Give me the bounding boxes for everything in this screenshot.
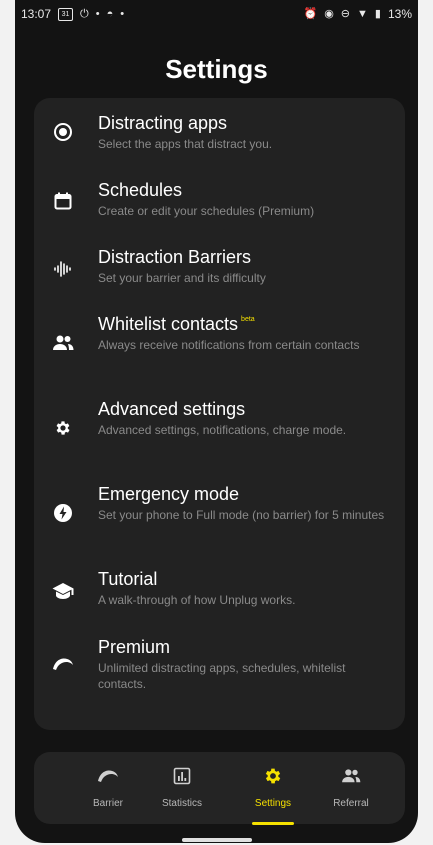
settings-item-label-text: Whitelist contacts [98, 314, 239, 334]
settings-item-tutorial[interactable]: Tutorial A walk-through of how Unplug wo… [34, 568, 405, 618]
settings-item-description: Always receive notifications from certai… [98, 338, 360, 352]
nav-tab-settings[interactable]: Settings [238, 764, 308, 825]
dot-icon: • [95, 7, 100, 20]
graduation-cap-icon [52, 580, 74, 602]
statistics-icon [147, 764, 217, 788]
status-time: 13:07 [21, 7, 52, 21]
status-bar: 13:07 31 ⏻ • ◓ • ⏰ ◉ ⊖ ▼ ▮ 13% [15, 0, 418, 28]
settings-item-description: Select the apps that distract you. [98, 137, 273, 151]
gear-icon [52, 417, 74, 439]
settings-item-description: Unlimited distracting apps, schedules, w… [98, 661, 346, 691]
status-bar-right: ⏰ ◉ ⊖ ▼ ▮ 13% [303, 7, 412, 21]
do-not-disturb-icon: ⊖ [340, 7, 351, 20]
active-tab-indicator [252, 822, 294, 825]
phone-screen: 13:07 31 ⏻ • ◓ • ⏰ ◉ ⊖ ▼ ▮ 13% Settings … [15, 0, 418, 843]
barrier-waves-icon [52, 258, 74, 280]
data-saver-icon: ◉ [324, 7, 334, 20]
settings-item-label: Premium [98, 637, 171, 657]
nav-tab-label: Settings [254, 798, 292, 809]
status-bar-left: 13:07 31 ⏻ • ◓ • [21, 7, 124, 21]
nav-tab-label: Barrier [92, 798, 123, 809]
referral-people-icon [316, 764, 386, 788]
settings-list: Distracting apps Select the apps that di… [34, 98, 405, 730]
nav-tab-label: Statistics [161, 798, 202, 809]
settings-item-whitelist-contacts[interactable]: Whitelist contacts beta Always receive no… [34, 313, 405, 379]
alarm-icon: ⏰ [303, 7, 318, 20]
contacts-icon [52, 332, 74, 354]
power-notification-icon: ⏻ [80, 7, 89, 20]
calendar-icon [52, 190, 74, 212]
nav-tab-statistics[interactable]: Statistics [147, 764, 217, 818]
settings-item-label: Tutorial [98, 569, 158, 589]
settings-item-description: Advanced settings, notifications, charge… [98, 423, 347, 437]
settings-item-description: Set your barrier and its difficulty [98, 271, 266, 285]
radio-target-icon [52, 121, 74, 143]
settings-item-schedules[interactable]: Schedules Create or edit your schedules … [34, 179, 405, 229]
nav-tab-referral[interactable]: Referral [316, 764, 386, 818]
settings-item-emergency-mode[interactable]: Emergency mode Set your phone to Full mo… [34, 483, 405, 549]
settings-item-premium[interactable]: Premium Unlimited distracting apps, sche… [34, 636, 405, 702]
battery-percent: 13% [387, 7, 412, 21]
settings-item-label: Distracting apps [98, 113, 228, 133]
battery-icon: ▮ [374, 7, 381, 20]
bottom-navigation: Barrier Statistics Settings Referral [34, 752, 405, 825]
settings-item-label: Advanced settings [98, 399, 246, 419]
settings-item-description: Set your phone to Full mode (no barrier)… [98, 508, 385, 522]
rainbow-icon [73, 764, 143, 788]
settings-item-label: Emergency mode [98, 484, 240, 504]
settings-item-label: Schedules [98, 180, 183, 200]
nav-tab-label: Referral [333, 798, 369, 809]
calendar-notification-icon: 31 [58, 7, 74, 21]
settings-item-description: Create or edit your schedules (Premium) [98, 204, 315, 218]
rainbow-icon [52, 653, 74, 675]
settings-item-distraction-barriers[interactable]: Distraction Barriers Set your barrier an… [34, 246, 405, 296]
emergency-bolt-icon [52, 502, 74, 524]
settings-item-description: A walk-through of how Unplug works. [98, 593, 296, 607]
settings-item-advanced-settings[interactable]: Advanced settings Advanced settings, not… [34, 398, 405, 464]
settings-item-label: Distraction Barriers [98, 247, 252, 267]
wifi-icon: ▼ [357, 7, 368, 20]
settings-item-label: Whitelist contacts beta [98, 313, 388, 335]
settings-item-distracting-apps[interactable]: Distracting apps Select the apps that di… [34, 112, 405, 162]
android-notification-icon: ◓ [106, 7, 114, 20]
page-title: Settings [165, 54, 268, 84]
nav-tab-barrier[interactable]: Barrier [73, 764, 143, 818]
home-indicator[interactable] [182, 838, 252, 842]
beta-badge: beta [241, 316, 255, 323]
dot-icon: • [120, 7, 125, 20]
gear-icon [238, 764, 308, 788]
